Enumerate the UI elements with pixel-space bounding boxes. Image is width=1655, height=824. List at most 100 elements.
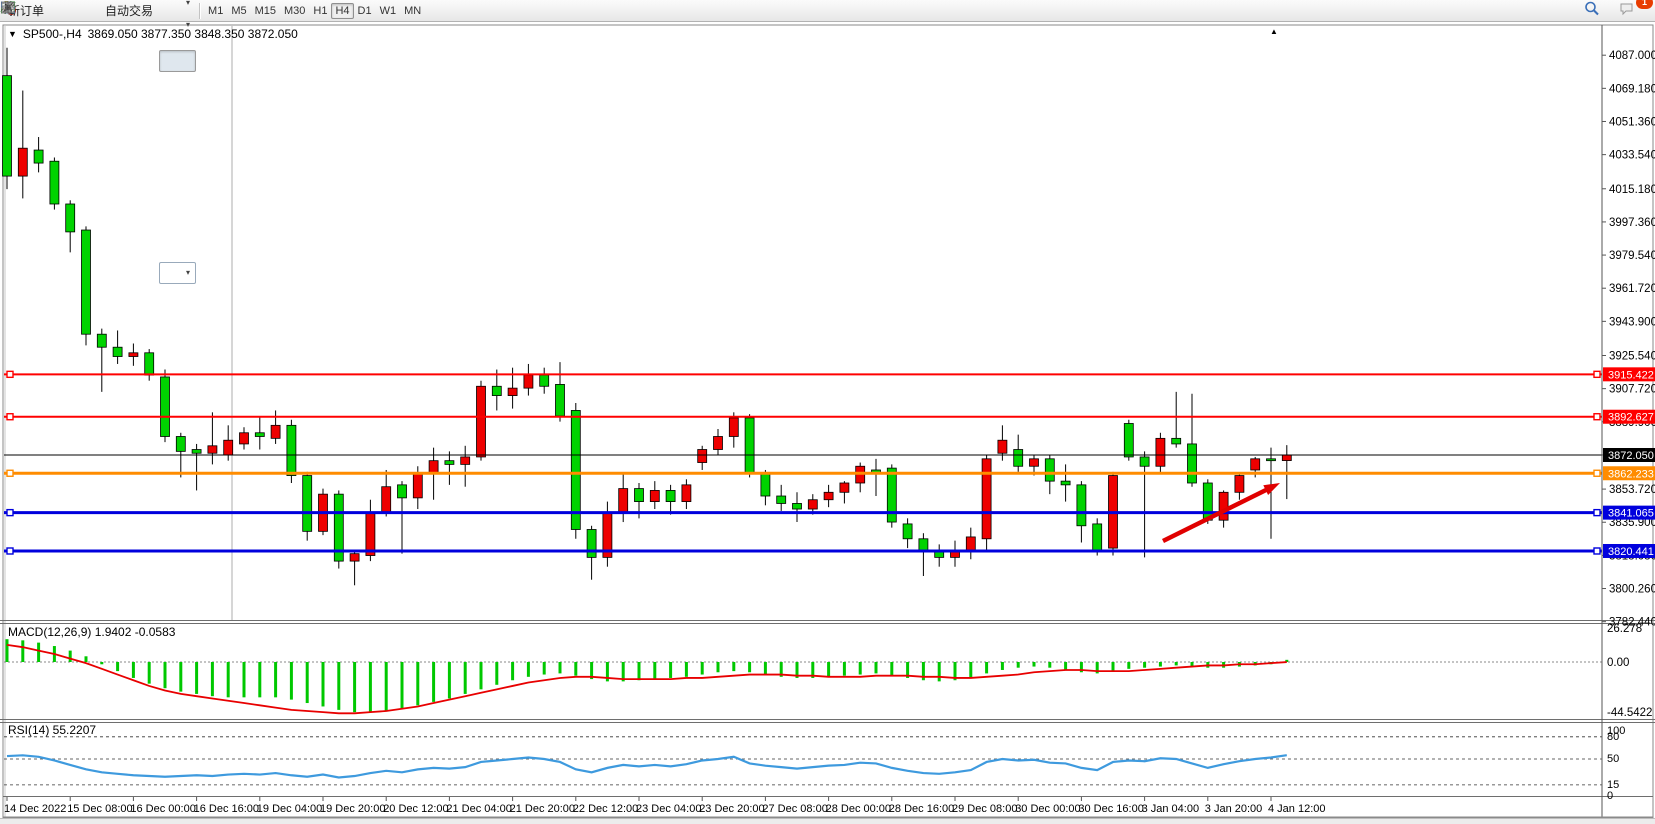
crosshair-button[interactable] — [159, 72, 196, 94]
channel-button[interactable]: E — [159, 174, 196, 196]
date-axis-label: 4 Jan 12:00 — [1268, 803, 1326, 815]
candle-body — [1045, 459, 1054, 481]
candle-body — [255, 433, 264, 437]
candle-body — [303, 476, 312, 532]
toolbar-separator — [162, 94, 163, 108]
candle-body — [808, 500, 817, 509]
line-handle[interactable] — [7, 371, 13, 377]
timeframe-button-d1[interactable]: D1 — [354, 3, 376, 19]
chat-button[interactable]: 1 — [1618, 0, 1647, 22]
line-handle[interactable] — [7, 470, 13, 476]
macd-axis-label: -44.5422 — [1607, 707, 1652, 719]
line-handle[interactable] — [7, 548, 13, 554]
candle-body — [477, 386, 486, 457]
line-handle[interactable] — [1594, 510, 1600, 516]
templates-button[interactable]: ▾ — [159, 14, 196, 36]
line-handle[interactable] — [7, 414, 13, 420]
price-badge-3862.233-text: 3862.233 — [1608, 468, 1654, 480]
candle-body — [619, 489, 628, 513]
timeframe-button-h4[interactable]: H4 — [331, 3, 353, 19]
timeframe-button-m15[interactable]: M15 — [251, 3, 280, 19]
candle-body — [793, 503, 802, 509]
autotrade-button[interactable]: 自动交易 — [79, 0, 159, 22]
status-strip — [0, 818, 1655, 824]
blue-window-button[interactable] — [50, 0, 79, 22]
text-button[interactable]: A — [159, 218, 196, 240]
date-axis-label: 28 Dec 16:00 — [889, 803, 954, 815]
autotrade-label: 自动交易 — [105, 2, 153, 19]
line-handle[interactable] — [1594, 470, 1600, 476]
candle-body — [271, 425, 280, 438]
candle-body — [3, 76, 12, 176]
candle-body — [1124, 423, 1133, 456]
trading-terminal-window: 新订单 自动交易 ▾▾▾EFAT▾ M1M5M15M30H1H4D1W1MN 1… — [0, 0, 1655, 824]
candle-body — [1077, 485, 1086, 526]
candle-body — [1188, 444, 1197, 483]
candle-body — [587, 529, 596, 557]
line-handle[interactable] — [1594, 548, 1600, 554]
candle-body — [903, 524, 912, 539]
candle-body — [240, 433, 249, 444]
periods-dropdown-icon[interactable]: ▾ — [186, 0, 190, 7]
green-signal-button[interactable] — [50, 22, 79, 44]
candle-body — [208, 446, 217, 453]
pane-collapse-icon[interactable]: ▲ — [1270, 27, 1278, 36]
left-icon-group — [50, 0, 79, 44]
templates-icon — [165, 17, 182, 33]
main-toolbar: 新订单 自动交易 ▾▾▾EFAT▾ M1M5M15M30H1H4D1W1MN 1 — [0, 0, 1655, 22]
rsi-axis-label: 80 — [1607, 731, 1619, 743]
candle-body — [729, 418, 738, 437]
line-handle[interactable] — [1594, 371, 1600, 377]
candle-body — [366, 513, 375, 556]
horizontal-line-button[interactable] — [159, 130, 196, 152]
shapes-dropdown-icon[interactable]: ▾ — [186, 268, 190, 277]
date-axis-label: 19 Dec 20:00 — [320, 803, 385, 815]
price-badge-3820.441-text: 3820.441 — [1608, 546, 1654, 558]
candle-body — [714, 436, 723, 449]
toolbar-right-group: 1 — [1583, 0, 1653, 22]
line-handle[interactable] — [1594, 414, 1600, 420]
candle-body — [129, 353, 138, 357]
price-axis-label: 4033.540 — [1609, 150, 1655, 162]
date-axis-label: 21 Dec 20:00 — [510, 803, 575, 815]
channel-icon: E — [165, 177, 182, 193]
horizontal-line-icon — [165, 133, 182, 149]
trendline-button[interactable] — [159, 152, 196, 174]
date-axis-label: 23 Dec 20:00 — [699, 803, 764, 815]
label-button[interactable]: T — [159, 240, 196, 262]
date-axis-label: 15 Dec 08:00 — [67, 803, 132, 815]
price-axis-label: 3925.540 — [1609, 351, 1655, 363]
candle-body — [935, 552, 944, 558]
search-button[interactable] — [1583, 0, 1612, 22]
timeframe-button-m1[interactable]: M1 — [204, 3, 227, 19]
timeframe-button-mn[interactable]: MN — [400, 3, 425, 19]
fibonacci-icon: F — [165, 199, 182, 215]
notification-badge: 1 — [1636, 0, 1653, 9]
date-axis-label: 23 Dec 04:00 — [636, 803, 701, 815]
timeframe-button-m30[interactable]: M30 — [280, 3, 309, 19]
candle-body — [224, 440, 233, 455]
timeframe-button-h1[interactable]: H1 — [309, 3, 331, 19]
line-handle[interactable] — [7, 510, 13, 516]
macd-axis-label: 26.278 — [1607, 623, 1642, 635]
chart-canvas: 4087.0004069.1804051.3604033.5404015.180… — [0, 0, 1655, 824]
cursor-button[interactable] — [159, 50, 196, 72]
candle-body — [1251, 459, 1260, 470]
candle-body — [287, 425, 296, 475]
shapes-button[interactable]: ▾ — [159, 262, 196, 284]
timeframe-button-m5[interactable]: M5 — [227, 3, 250, 19]
templates-dropdown-icon[interactable]: ▾ — [186, 20, 190, 29]
text-icon: A — [165, 221, 182, 237]
fibonacci-button[interactable]: F — [159, 196, 196, 218]
candle-body — [34, 150, 43, 163]
candle-body — [429, 461, 438, 474]
timeframe-button-w1[interactable]: W1 — [376, 3, 401, 19]
periods-button[interactable]: ▾ — [159, 0, 196, 14]
vertical-line-button[interactable] — [159, 108, 196, 130]
candle-body — [650, 490, 659, 501]
trendline-icon — [165, 155, 182, 171]
price-badge-3892.627-text: 3892.627 — [1608, 412, 1654, 424]
symbol-dropdown-icon[interactable]: ▼ — [8, 29, 17, 39]
candle-body — [1235, 476, 1244, 493]
crosshair-icon — [165, 75, 182, 91]
